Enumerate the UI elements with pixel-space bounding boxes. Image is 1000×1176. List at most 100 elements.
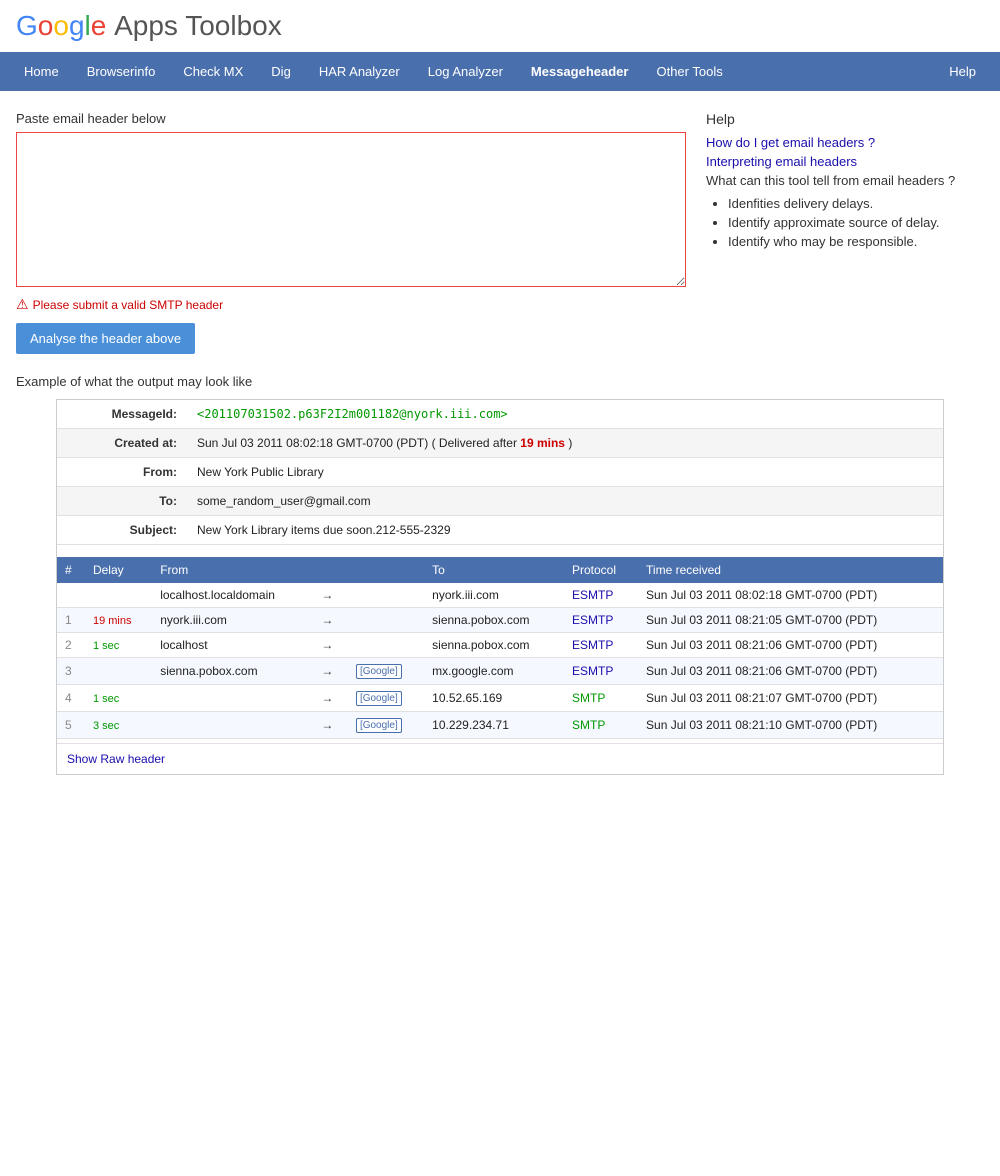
row-delay: 1 sec: [85, 633, 152, 658]
row-protocol: SMTP: [564, 685, 638, 712]
nav-bar: Home Browserinfo Check MX Dig HAR Analyz…: [0, 52, 1000, 91]
nav-other-tools[interactable]: Other Tools: [642, 52, 736, 91]
row-delay: [85, 583, 152, 608]
left-section: Paste email header below ⚠ Please submit…: [16, 111, 686, 354]
app-title-text: Apps Toolbox: [114, 10, 282, 41]
delay-value: 1 sec: [93, 640, 119, 652]
routing-table-body: localhost.localdomain → nyork.iii.com ES…: [57, 583, 943, 739]
table-row: 1 19 mins nyork.iii.com → sienna.pobox.c…: [57, 608, 943, 633]
col-arrow: [313, 557, 348, 583]
google-badge-cell: [Google]: [348, 712, 424, 739]
nav-har-analyzer[interactable]: HAR Analyzer: [305, 52, 414, 91]
row-num: 1: [57, 608, 85, 633]
nav-dig[interactable]: Dig: [257, 52, 305, 91]
arrow-icon: →: [313, 608, 348, 633]
row-protocol: ESMTP: [564, 583, 638, 608]
delivery-time: 19 mins: [520, 436, 565, 450]
google-badge-cell: [348, 633, 424, 658]
logo-g: G: [16, 10, 38, 41]
row-time: Sun Jul 03 2011 08:21:07 GMT-0700 (PDT): [638, 685, 943, 712]
row-protocol: ESMTP: [564, 608, 638, 633]
error-text: Please submit a valid SMTP header: [33, 298, 224, 312]
row-from: localhost.localdomain: [152, 583, 313, 608]
logo-e: e: [91, 10, 107, 41]
protocol-link[interactable]: SMTP: [572, 718, 605, 732]
table-row: localhost.localdomain → nyork.iii.com ES…: [57, 583, 943, 608]
help-list-item: Idenfities delivery delays.: [728, 196, 984, 211]
google-badge-cell: [Google]: [348, 658, 424, 685]
row-to: 10.52.65.169: [424, 685, 564, 712]
row-delay: 1 sec: [85, 685, 152, 712]
example-label: Example of what the output may look like: [16, 374, 984, 389]
table-header-row: # Delay From To Protocol Time received: [57, 557, 943, 583]
show-raw-header-link[interactable]: Show Raw header: [57, 744, 175, 774]
field-value-to: some_random_user@gmail.com: [187, 487, 943, 516]
protocol-link[interactable]: ESMTP: [572, 638, 613, 652]
protocol-link[interactable]: ESMTP: [572, 613, 613, 627]
nav-browserinfo[interactable]: Browserinfo: [73, 52, 170, 91]
help-list-item: Identify approximate source of delay.: [728, 215, 984, 230]
field-label: From:: [57, 458, 187, 487]
field-label: MessageId:: [57, 400, 187, 429]
col-delay: Delay: [85, 557, 152, 583]
link-interpreting[interactable]: Interpreting email headers: [706, 154, 984, 169]
col-protocol: Protocol: [564, 557, 638, 583]
top-section: Paste email header below ⚠ Please submit…: [16, 111, 984, 354]
table-row: 3 sienna.pobox.com → [Google] mx.google.…: [57, 658, 943, 685]
row-num: 5: [57, 712, 85, 739]
error-message: ⚠ Please submit a valid SMTP header: [16, 296, 686, 313]
help-title: Help: [706, 111, 984, 127]
field-label: Created at:: [57, 429, 187, 458]
arrow-icon: →: [313, 633, 348, 658]
delay-value: 3 sec: [93, 720, 119, 732]
protocol-link[interactable]: SMTP: [572, 691, 605, 705]
row-protocol: ESMTP: [564, 658, 638, 685]
table-row: 4 1 sec → [Google] 10.52.65.169 SMTP Sun…: [57, 685, 943, 712]
col-num: #: [57, 557, 85, 583]
google-badge-cell: [348, 583, 424, 608]
nav-help[interactable]: Help: [935, 52, 990, 91]
app-header: Google Apps Toolbox: [0, 0, 1000, 52]
table-row: From: New York Public Library: [57, 458, 943, 487]
row-to: sienna.pobox.com: [424, 633, 564, 658]
col-from: From: [152, 557, 313, 583]
logo-o2: o: [53, 10, 69, 41]
protocol-link[interactable]: ESMTP: [572, 588, 613, 602]
app-title: Google Apps Toolbox: [16, 10, 282, 42]
table-row: To: some_random_user@gmail.com: [57, 487, 943, 516]
row-num: 3: [57, 658, 85, 685]
arrow-icon: →: [313, 685, 348, 712]
row-from: nyork.iii.com: [152, 608, 313, 633]
logo-o1: o: [38, 10, 54, 41]
email-textarea[interactable]: [16, 132, 686, 287]
created-prefix: Sun Jul 03 2011 08:02:18 GMT-0700 (PDT) …: [197, 436, 520, 450]
table-row: 5 3 sec → [Google] 10.229.234.71 SMTP Su…: [57, 712, 943, 739]
protocol-link[interactable]: ESMTP: [572, 664, 613, 678]
field-value-messageid: <201107031502.p63F2I2m001182@nyork.iii.c…: [187, 400, 943, 429]
nav-messageheader[interactable]: Messageheader: [517, 52, 643, 91]
col-to: To: [424, 557, 564, 583]
google-badge: [Google]: [356, 718, 402, 733]
row-to: nyork.iii.com: [424, 583, 564, 608]
row-from: localhost: [152, 633, 313, 658]
arrow-icon: →: [313, 712, 348, 739]
delay-value: 19 mins: [93, 615, 132, 627]
nav-log-analyzer[interactable]: Log Analyzer: [414, 52, 517, 91]
row-time: Sun Jul 03 2011 08:21:05 GMT-0700 (PDT): [638, 608, 943, 633]
link-get-headers[interactable]: How do I get email headers ?: [706, 135, 984, 150]
field-value-from: New York Public Library: [187, 458, 943, 487]
row-delay: 19 mins: [85, 608, 152, 633]
example-box: MessageId: <201107031502.p63F2I2m001182@…: [56, 399, 944, 775]
created-suffix: ): [568, 436, 572, 450]
analyse-button[interactable]: Analyse the header above: [16, 323, 195, 354]
logo-g2: g: [69, 10, 85, 41]
table-row: Subject: New York Library items due soon…: [57, 516, 943, 545]
nav-home[interactable]: Home: [10, 52, 73, 91]
warning-icon: ⚠: [16, 296, 29, 313]
row-time: Sun Jul 03 2011 08:21:06 GMT-0700 (PDT): [638, 633, 943, 658]
google-badge-cell: [348, 608, 424, 633]
nav-checkmx[interactable]: Check MX: [169, 52, 257, 91]
row-delay: 3 sec: [85, 712, 152, 739]
row-from: sienna.pobox.com: [152, 658, 313, 685]
table-row: MessageId: <201107031502.p63F2I2m001182@…: [57, 400, 943, 429]
